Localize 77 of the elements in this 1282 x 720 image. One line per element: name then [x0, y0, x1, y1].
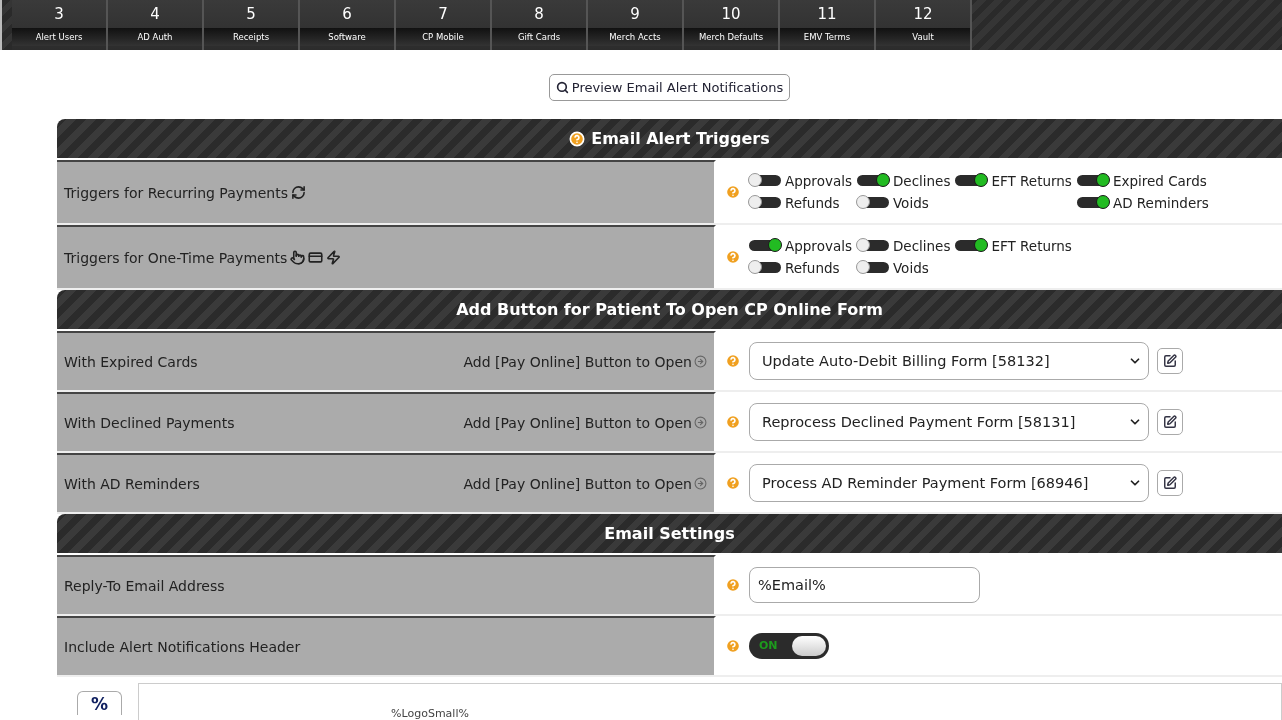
- help-icon: [725, 576, 741, 593]
- form-select[interactable]: Process AD Reminder Payment Form [68946]: [749, 463, 1149, 502]
- arrow-circle-icon: [694, 477, 707, 490]
- toggle-label: Approvals: [785, 237, 852, 254]
- edit-icon: [1163, 414, 1177, 429]
- arrow-circle-icon: [694, 355, 707, 368]
- toggle-label: Voids: [892, 194, 929, 211]
- row-label: Reply-To Email Address: [64, 577, 225, 594]
- toggle-switch[interactable]: [749, 175, 781, 186]
- section-title: Add Button for Patient To Open CP Online Form: [456, 300, 883, 319]
- toggle-switch[interactable]: [749, 240, 781, 251]
- nav-tab[interactable]: 7 CP Mobile: [396, 0, 492, 50]
- toggle-label: Voids: [892, 259, 929, 276]
- help-icon: [725, 352, 741, 369]
- toggle-switch[interactable]: [749, 262, 781, 273]
- nav-tab[interactable]: 10 Merch Defaults: [684, 0, 780, 50]
- toggle-label: EFT Returns: [991, 237, 1072, 254]
- toggle-label: Declines: [892, 237, 951, 254]
- arrow-circle-icon: [694, 416, 707, 429]
- toggle-label: Approvals: [785, 172, 852, 189]
- toggle-label: Refunds: [785, 259, 840, 276]
- row-label: Triggers for Recurring Payments: [64, 184, 288, 201]
- help-icon: [725, 248, 741, 265]
- row-label: With Expired Cards: [64, 353, 198, 370]
- toggle-label: Expired Cards: [1112, 172, 1207, 189]
- percent-button[interactable]: %: [77, 691, 122, 715]
- form-select[interactable]: Update Auto-Debit Billing Form [58132]: [749, 341, 1149, 380]
- on-off-switch[interactable]: ON: [749, 632, 829, 659]
- toggle-switch[interactable]: [955, 240, 988, 251]
- edit-button[interactable]: [1157, 469, 1183, 496]
- row-note: Add [Pay Online] Button to Open: [463, 353, 692, 370]
- row-label: Include Alert Notifications Header: [64, 638, 301, 655]
- help-icon: [569, 130, 586, 147]
- search-icon: [555, 81, 569, 94]
- row-note: Add [Pay Online] Button to Open: [463, 414, 692, 431]
- edit-button[interactable]: [1157, 408, 1183, 435]
- help-icon: [725, 183, 741, 200]
- row-note: Add [Pay Online] Button to Open: [463, 475, 692, 492]
- edit-button[interactable]: [1157, 347, 1183, 374]
- nav-tab[interactable]: 3 Alert Users: [12, 0, 108, 50]
- toggle-switch[interactable]: [856, 262, 889, 273]
- help-icon: [725, 474, 741, 491]
- toggle-label: EFT Returns: [991, 172, 1072, 189]
- toggle-switch[interactable]: [955, 175, 988, 186]
- section-title: Email Settings: [604, 524, 735, 543]
- row-label: With AD Reminders: [64, 475, 200, 492]
- nav-tab[interactable]: 8 Gift Cards: [492, 0, 588, 50]
- toggle-label: AD Reminders: [1112, 194, 1209, 211]
- email-field[interactable]: %Email%: [749, 566, 980, 603]
- help-icon: [725, 413, 741, 430]
- preview-button[interactable]: Preview Email Alert Notifications: [548, 74, 791, 101]
- section-title: Email Alert Triggers: [591, 129, 770, 148]
- nav-tab[interactable]: 12 Vault: [876, 0, 972, 50]
- logo-placeholder-text: %LogoSmall%: [391, 707, 469, 720]
- credit-card-icon: [308, 250, 324, 265]
- row-label: Triggers for One-Time Payments: [64, 249, 288, 266]
- nav-tab[interactable]: 4 AD Auth: [108, 0, 204, 50]
- nav-tab[interactable]: 6 Software: [300, 0, 396, 50]
- help-icon: [725, 637, 741, 654]
- toggle-label: Refunds: [785, 194, 840, 211]
- toggle-switch[interactable]: [856, 197, 889, 208]
- row-label: With Declined Payments: [64, 414, 235, 431]
- toggle-switch[interactable]: [856, 240, 889, 251]
- edit-icon: [1163, 475, 1177, 490]
- toggle-switch[interactable]: [749, 197, 781, 208]
- toggle-switch[interactable]: [856, 175, 889, 186]
- nav-tab[interactable]: 11 EMV Terms: [780, 0, 876, 50]
- edit-icon: [1163, 353, 1177, 368]
- toggle-switch[interactable]: [1076, 197, 1109, 208]
- lightning-icon: [326, 250, 342, 265]
- toggle-switch[interactable]: [1076, 175, 1109, 186]
- form-select[interactable]: Reprocess Declined Payment Form [58131]: [749, 402, 1149, 441]
- nav-tab[interactable]: 5 Receipts: [204, 0, 300, 50]
- nav-tab[interactable]: 9 Merch Accts: [588, 0, 684, 50]
- toggle-label: Declines: [892, 172, 951, 189]
- refresh-icon: [290, 185, 306, 200]
- pointing-hand-icon: [290, 250, 306, 265]
